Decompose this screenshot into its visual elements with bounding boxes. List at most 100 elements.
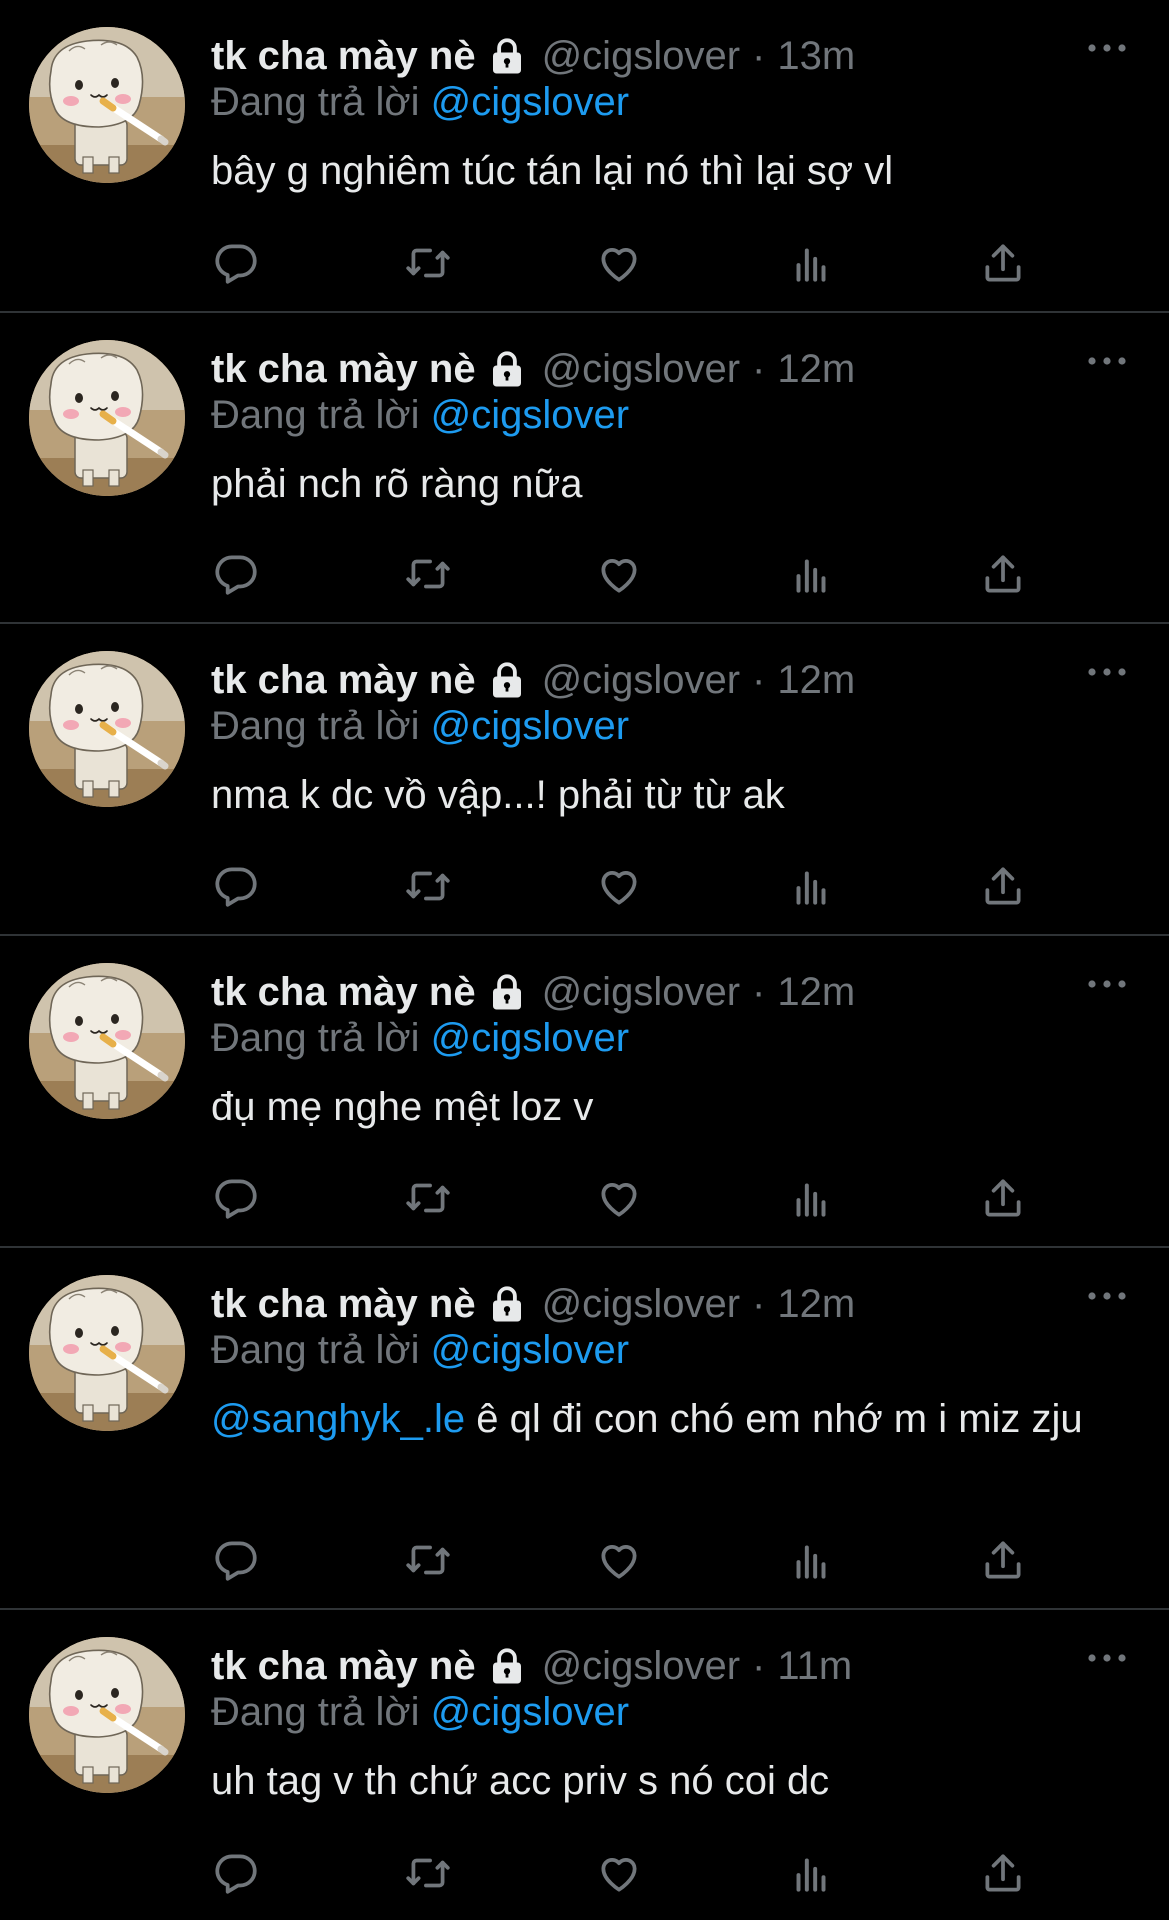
replying-to-label: Đang trả lời: [211, 1016, 420, 1060]
more-icon[interactable]: [1085, 974, 1129, 994]
reply-icon[interactable]: [211, 1173, 261, 1223]
avatar[interactable]: [29, 340, 185, 496]
more-icon[interactable]: [1085, 1648, 1129, 1668]
like-icon[interactable]: [594, 238, 644, 288]
tweet-actions: [0, 238, 1169, 288]
reply-icon[interactable]: [211, 238, 261, 288]
replying-to-handle[interactable]: @cigslover: [431, 1690, 629, 1734]
display-name[interactable]: tk cha mày nè: [211, 970, 476, 1015]
like-icon[interactable]: [594, 1173, 644, 1223]
replying-to-handle[interactable]: @cigslover: [431, 704, 629, 748]
more-icon[interactable]: [1085, 1286, 1129, 1306]
tweet-header: tk cha mày nè @cigslover · 11m: [211, 1640, 1049, 1692]
reply-icon[interactable]: [211, 861, 261, 911]
reply-icon[interactable]: [211, 1535, 261, 1585]
timestamp[interactable]: 13m: [777, 34, 855, 79]
more-icon[interactable]: [1085, 351, 1129, 371]
like-icon[interactable]: [594, 1535, 644, 1585]
separator-dot: ·: [752, 33, 766, 78]
retweet-icon[interactable]: [403, 238, 453, 288]
timestamp[interactable]: 11m: [777, 1644, 852, 1689]
display-name[interactable]: tk cha mày nè: [211, 34, 476, 79]
share-icon[interactable]: [978, 549, 1028, 599]
avatar[interactable]: [29, 963, 185, 1119]
retweet-icon[interactable]: [403, 1173, 453, 1223]
replying-to-label: Đang trả lời: [211, 704, 420, 748]
views-icon[interactable]: [786, 861, 836, 911]
tweet-actions: [0, 1173, 1169, 1223]
replying-to-label: Đang trả lời: [211, 393, 420, 437]
tweet[interactable]: tk cha mày nè @cigslover · 12m Đang trả …: [0, 313, 1169, 624]
share-icon[interactable]: [978, 861, 1028, 911]
tweet[interactable]: tk cha mày nè @cigslover · 13m Đang trả …: [0, 0, 1169, 313]
tweet-header: tk cha mày nè @cigslover · 12m: [211, 654, 1049, 706]
avatar[interactable]: [29, 1275, 185, 1431]
timestamp[interactable]: 12m: [777, 1282, 855, 1327]
share-icon[interactable]: [978, 238, 1028, 288]
tweet-header: tk cha mày nè @cigslover · 13m: [211, 30, 1049, 82]
tweet-text-content: đụ mẹ nghe mệt loz v: [211, 1085, 594, 1129]
replying-to-line: Đang trả lời @cigslover: [211, 393, 629, 438]
tweet[interactable]: tk cha mày nè @cigslover · 12m Đang trả …: [0, 1248, 1169, 1610]
handle[interactable]: @cigslover: [542, 658, 740, 703]
more-icon[interactable]: [1085, 662, 1129, 682]
tweet-actions: [0, 861, 1169, 911]
views-icon[interactable]: [786, 1173, 836, 1223]
handle[interactable]: @cigslover: [542, 970, 740, 1015]
replying-to-handle[interactable]: @cigslover: [431, 1016, 629, 1060]
display-name[interactable]: tk cha mày nè: [211, 347, 476, 392]
display-name[interactable]: tk cha mày nè: [211, 1282, 476, 1327]
replying-to-handle[interactable]: @cigslover: [431, 1328, 629, 1372]
tweet-text: đụ mẹ nghe mệt loz v: [211, 1082, 1111, 1132]
reply-icon[interactable]: [211, 549, 261, 599]
replying-to-line: Đang trả lời @cigslover: [211, 704, 629, 749]
retweet-icon[interactable]: [403, 1535, 453, 1585]
replying-to-label: Đang trả lời: [211, 80, 420, 124]
reply-icon[interactable]: [211, 1848, 261, 1898]
tweet[interactable]: tk cha mày nè @cigslover · 12m Đang trả …: [0, 624, 1169, 936]
display-name[interactable]: tk cha mày nè: [211, 658, 476, 703]
tweet-text: bây g nghiêm túc tán lại nó thì lại sợ v…: [211, 146, 1111, 196]
tweet-actions: [0, 549, 1169, 599]
views-icon[interactable]: [786, 238, 836, 288]
like-icon[interactable]: [594, 861, 644, 911]
views-icon[interactable]: [786, 1848, 836, 1898]
tweet-text: @sanghyk_.le ê ql đi con chó em nhớ m i …: [211, 1394, 1111, 1444]
handle[interactable]: @cigslover: [542, 34, 740, 79]
tweet-text-content: phải nch rõ ràng nữa: [211, 462, 583, 506]
retweet-icon[interactable]: [403, 861, 453, 911]
tweet-text: nma k dc vồ vập...! phải từ từ ak: [211, 770, 1111, 820]
replying-to-handle[interactable]: @cigslover: [431, 393, 629, 437]
tweet-text: uh tag v th chứ acc priv s nó coi dc: [211, 1756, 1111, 1806]
retweet-icon[interactable]: [403, 549, 453, 599]
display-name[interactable]: tk cha mày nè: [211, 1644, 476, 1689]
tweet-header: tk cha mày nè @cigslover · 12m: [211, 343, 1049, 395]
more-icon[interactable]: [1085, 38, 1129, 58]
tweet[interactable]: tk cha mày nè @cigslover · 11m Đang trả …: [0, 1610, 1169, 1920]
share-icon[interactable]: [978, 1848, 1028, 1898]
mention-link[interactable]: @sanghyk_.le: [211, 1397, 465, 1441]
tweet[interactable]: tk cha mày nè @cigslover · 12m Đang trả …: [0, 936, 1169, 1248]
avatar[interactable]: [29, 1637, 185, 1793]
like-icon[interactable]: [594, 1848, 644, 1898]
views-icon[interactable]: [786, 1535, 836, 1585]
handle[interactable]: @cigslover: [542, 1644, 740, 1689]
replying-to-label: Đang trả lời: [211, 1690, 420, 1734]
replying-to-handle[interactable]: @cigslover: [431, 80, 629, 124]
avatar[interactable]: [29, 651, 185, 807]
lock-icon: [486, 1283, 528, 1325]
handle[interactable]: @cigslover: [542, 347, 740, 392]
lock-icon: [486, 659, 528, 701]
tweet-text-content: uh tag v th chứ acc priv s nó coi dc: [211, 1759, 830, 1803]
like-icon[interactable]: [594, 549, 644, 599]
timestamp[interactable]: 12m: [777, 347, 855, 392]
share-icon[interactable]: [978, 1173, 1028, 1223]
retweet-icon[interactable]: [403, 1848, 453, 1898]
share-icon[interactable]: [978, 1535, 1028, 1585]
handle[interactable]: @cigslover: [542, 1282, 740, 1327]
avatar[interactable]: [29, 27, 185, 183]
tweet-feed: tk cha mày nè @cigslover · 13m Đang trả …: [0, 0, 1169, 1920]
views-icon[interactable]: [786, 549, 836, 599]
timestamp[interactable]: 12m: [777, 658, 855, 703]
timestamp[interactable]: 12m: [777, 970, 855, 1015]
